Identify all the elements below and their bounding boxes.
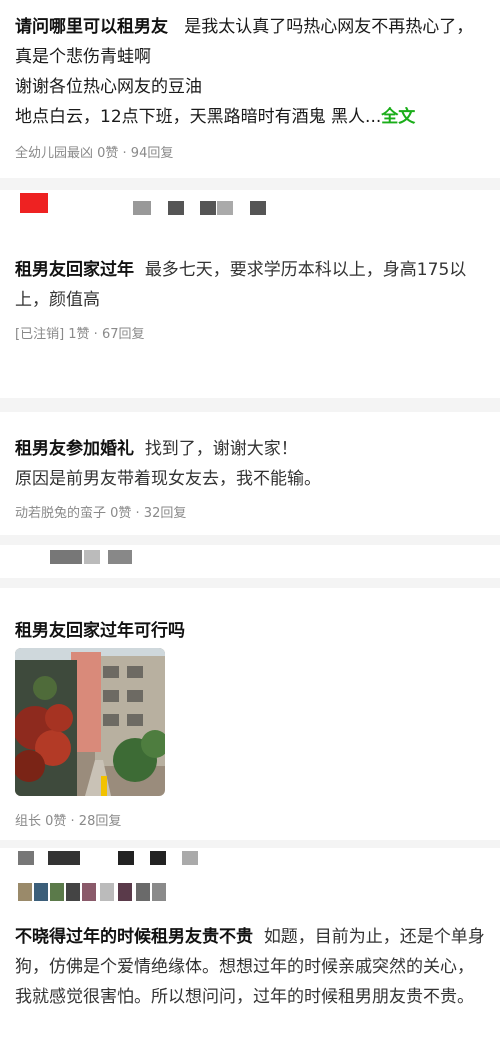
divider (0, 178, 500, 190)
post-title: 租男友参加婚礼 (15, 439, 134, 459)
post-content: 租男友回家过年可行吗 (15, 616, 485, 646)
post-content: 不晓得过年的时候租男友贵不贵 如题，目前为止，还是个单身狗，仿佛是个爱情绝缘体。… (15, 922, 485, 1012)
post-meta: 组长 0赞 · 28回复 (15, 814, 122, 829)
post-meta: 全幼儿园最凶 0赞 · 94回复 (15, 146, 174, 161)
post-text-line: 地点白云，12点下班，天黑路暗时有酒鬼 黑人... (15, 107, 382, 127)
post-content: 请问哪里可以租男友 是我太认真了吗热心网友不再热心了，真是个悲伤青蛙啊 谢谢各位热… (15, 12, 485, 132)
building-street-photo-icon (15, 648, 165, 796)
post-title: 不晓得过年的时候租男友贵不贵 (15, 927, 253, 947)
divider (0, 578, 500, 588)
post-text-line: 谢谢各位热心网友的豆油 (15, 77, 202, 97)
post-title: 请问哪里可以租男友 (15, 17, 168, 37)
post-content: 租男友回家过年 最多七天，要求学历本科以上，身高175以上，颜值高 (15, 255, 485, 315)
divider (0, 840, 500, 848)
post-item[interactable]: 不晓得过年的时候租男友贵不贵 如题，目前为止，还是个单身狗，仿佛是个爱情绝缘体。… (0, 918, 500, 1040)
post-title: 租男友回家过年可行吗 (15, 621, 185, 641)
post-title: 租男友回家过年 (15, 260, 134, 280)
redacted-content (0, 193, 500, 223)
post-image[interactable] (15, 648, 165, 796)
post-item[interactable]: 请问哪里可以租男友 是我太认真了吗热心网友不再热心了，真是个悲伤青蛙啊 谢谢各位热… (0, 0, 500, 175)
post-item[interactable]: 租男友回家过年可行吗 组长 0赞 · 28回复 (0, 608, 500, 838)
divider (0, 398, 500, 412)
post-item[interactable]: 租男友参加婚礼 找到了，谢谢大家！ 原因是前男友带着现女友去，我不能输。 动若脱兔… (0, 422, 500, 532)
post-meta: 动若脱兔的蛮子 0赞 · 32回复 (15, 506, 187, 521)
post-meta: [已注销] 1赞 · 67回复 (15, 327, 145, 342)
post-item[interactable]: 租男友回家过年 最多七天，要求学历本科以上，身高175以上，颜值高 [已注销] … (0, 240, 500, 360)
divider (0, 535, 500, 545)
redacted-content (0, 548, 500, 578)
post-text-line: 原因是前男友带着现女友去，我不能输。 (15, 469, 321, 489)
full-text-link[interactable]: 全文 (381, 107, 415, 127)
redacted-content (0, 851, 500, 915)
post-text-line: 找到了，谢谢大家！ (144, 439, 298, 459)
post-content: 租男友参加婚礼 找到了，谢谢大家！ 原因是前男友带着现女友去，我不能输。 (15, 434, 485, 494)
